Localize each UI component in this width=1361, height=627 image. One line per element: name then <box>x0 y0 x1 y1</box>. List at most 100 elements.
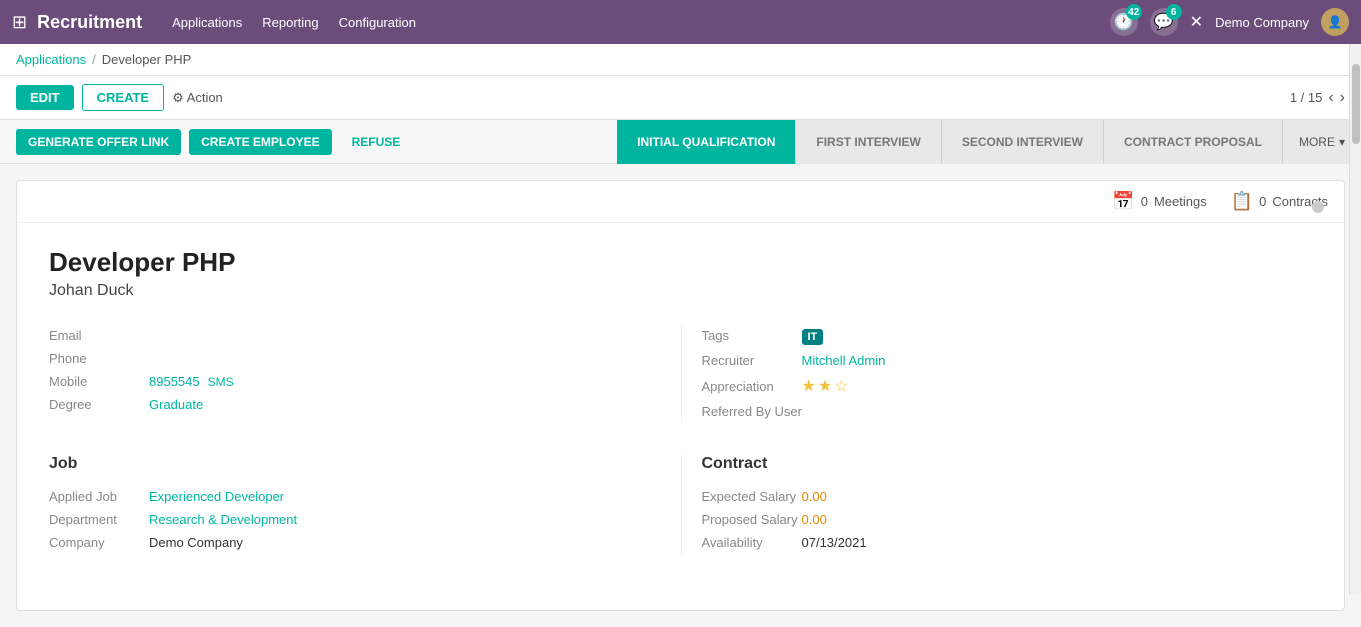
department-value[interactable]: Research & Development <box>149 512 297 527</box>
stage-first-interview[interactable]: FIRST INTERVIEW <box>796 120 941 164</box>
meetings-button[interactable]: 📅 0 Meetings <box>1112 191 1206 212</box>
field-company: Company Demo Company <box>49 531 641 554</box>
tags-label: Tags <box>702 328 802 343</box>
contracts-icon: 📋 <box>1231 191 1253 212</box>
stage-actions: GENERATE OFFER LINK CREATE EMPLOYEE REFU… <box>16 129 412 155</box>
pagination: 1 / 15 ‹ › <box>1290 89 1345 107</box>
nav-right: 🕐 42 💬 6 ✕ Demo Company 👤 <box>1110 8 1349 36</box>
degree-label: Degree <box>49 397 149 412</box>
stage-initial-qualification[interactable]: INITIAL QUALIFICATION <box>617 120 796 164</box>
contracts-count: 0 <box>1259 194 1266 209</box>
job-section: Job Applied Job Experienced Developer De… <box>49 455 681 554</box>
activity-count: 42 <box>1126 4 1142 20</box>
breadcrumb-separator: / <box>92 52 96 67</box>
recruiter-value[interactable]: Mitchell Admin <box>802 353 886 368</box>
field-applied-job: Applied Job Experienced Developer <box>49 485 641 508</box>
appreciation-stars[interactable]: ★★☆ <box>802 376 851 396</box>
department-label: Department <box>49 512 149 527</box>
action-button[interactable]: ⚙ Action <box>172 90 223 106</box>
stage-contract-proposal[interactable]: CONTRACT PROPOSAL <box>1104 120 1283 164</box>
breadcrumb-parent[interactable]: Applications <box>16 52 86 67</box>
field-proposed-salary: Proposed Salary 0.00 <box>702 508 1313 531</box>
field-recruiter: Recruiter Mitchell Admin <box>702 349 1313 372</box>
record-title: Developer PHP <box>49 247 1312 278</box>
generate-offer-link-button[interactable]: GENERATE OFFER LINK <box>16 129 181 155</box>
create-employee-button[interactable]: CREATE EMPLOYEE <box>189 129 331 155</box>
main-content: 📅 0 Meetings 📋 0 Contracts Developer PHP… <box>0 164 1361 627</box>
create-button[interactable]: CREATE <box>82 84 164 111</box>
left-fields: Email Phone Mobile 8955545 SMS Degree <box>49 324 681 423</box>
breadcrumb: Applications / Developer PHP <box>0 44 1361 76</box>
expected-salary-label: Expected Salary <box>702 489 802 504</box>
proposed-salary-label: Proposed Salary <box>702 512 802 527</box>
contract-section: Contract Expected Salary 0.00 Proposed S… <box>681 455 1313 554</box>
availability-label: Availability <box>702 535 802 550</box>
mobile-value[interactable]: 8955545 <box>149 374 200 389</box>
email-label: Email <box>49 328 149 343</box>
expected-salary-value[interactable]: 0.00 <box>802 489 827 504</box>
top-nav: ⊞ Recruitment Applications Reporting Con… <box>0 0 1361 44</box>
contract-section-title: Contract <box>702 455 1313 473</box>
refuse-button[interactable]: REFUSE <box>340 129 413 155</box>
message-count: 6 <box>1166 4 1182 20</box>
field-appreciation: Appreciation ★★☆ <box>702 372 1313 400</box>
next-page-button[interactable]: › <box>1340 89 1345 107</box>
record-card: 📅 0 Meetings 📋 0 Contracts Developer PHP… <box>16 180 1345 611</box>
record-body: Developer PHP Johan Duck Email Phone Mob… <box>17 223 1344 610</box>
phone-label: Phone <box>49 351 149 366</box>
applied-job-label: Applied Job <box>49 489 149 504</box>
field-referred-by: Referred By User <box>702 400 1313 423</box>
field-tags: Tags IT <box>702 324 1313 349</box>
stage-second-interview[interactable]: SECOND INTERVIEW <box>942 120 1104 164</box>
breadcrumb-current: Developer PHP <box>102 52 192 67</box>
tag-it[interactable]: IT <box>802 329 824 345</box>
nav-links: Applications Reporting Configuration <box>172 15 1110 30</box>
stages: INITIAL QUALIFICATION FIRST INTERVIEW SE… <box>617 120 1361 164</box>
grid-icon[interactable]: ⊞ <box>12 12 27 33</box>
company-label: Company <box>49 535 149 550</box>
nav-reporting[interactable]: Reporting <box>262 15 318 30</box>
field-mobile: Mobile 8955545 SMS <box>49 370 641 393</box>
meetings-count: 0 <box>1141 194 1148 209</box>
field-phone: Phone <box>49 347 641 370</box>
availability-value: 07/13/2021 <box>802 535 867 550</box>
company-name: Demo Company <box>1215 15 1309 30</box>
nav-configuration[interactable]: Configuration <box>339 15 416 30</box>
field-degree: Degree Graduate <box>49 393 641 416</box>
record-subtitle: Johan Duck <box>49 282 1312 300</box>
field-expected-salary: Expected Salary 0.00 <box>702 485 1313 508</box>
fields-grid: Email Phone Mobile 8955545 SMS Degree <box>49 324 1312 423</box>
right-fields: Tags IT Recruiter Mitchell Admin Appreci… <box>681 324 1313 423</box>
recruiter-label: Recruiter <box>702 353 802 368</box>
scrollbar-thumb[interactable] <box>1352 64 1360 144</box>
field-email: Email <box>49 324 641 347</box>
pagination-text: 1 / 15 <box>1290 90 1323 105</box>
record-card-header: 📅 0 Meetings 📋 0 Contracts <box>17 181 1344 223</box>
calendar-icon: 📅 <box>1112 191 1134 212</box>
company-value: Demo Company <box>149 535 243 550</box>
prev-page-button[interactable]: ‹ <box>1328 89 1333 107</box>
app-title: Recruitment <box>37 12 142 33</box>
nav-applications[interactable]: Applications <box>172 15 242 30</box>
applied-job-value[interactable]: Experienced Developer <box>149 489 284 504</box>
job-section-title: Job <box>49 455 641 473</box>
proposed-salary-value[interactable]: 0.00 <box>802 512 827 527</box>
toolbar: EDIT CREATE ⚙ Action 1 / 15 ‹ › <box>0 76 1361 120</box>
activity-badge[interactable]: 🕐 42 <box>1110 8 1138 36</box>
status-dot <box>1312 201 1324 213</box>
edit-button[interactable]: EDIT <box>16 85 74 110</box>
message-badge[interactable]: 💬 6 <box>1150 8 1178 36</box>
referred-by-label: Referred By User <box>702 404 802 419</box>
stage-bar: GENERATE OFFER LINK CREATE EMPLOYEE REFU… <box>0 120 1361 164</box>
chevron-down-icon: ▾ <box>1339 135 1345 149</box>
appreciation-label: Appreciation <box>702 379 802 394</box>
vertical-scrollbar[interactable] <box>1349 44 1361 595</box>
user-avatar[interactable]: 👤 <box>1321 8 1349 36</box>
field-availability: Availability 07/13/2021 <box>702 531 1313 554</box>
close-icon[interactable]: ✕ <box>1190 12 1203 32</box>
meetings-label: Meetings <box>1154 194 1207 209</box>
sms-link[interactable]: SMS <box>208 375 234 389</box>
field-department: Department Research & Development <box>49 508 641 531</box>
bottom-sections: Job Applied Job Experienced Developer De… <box>49 455 1312 554</box>
degree-value[interactable]: Graduate <box>149 397 203 412</box>
